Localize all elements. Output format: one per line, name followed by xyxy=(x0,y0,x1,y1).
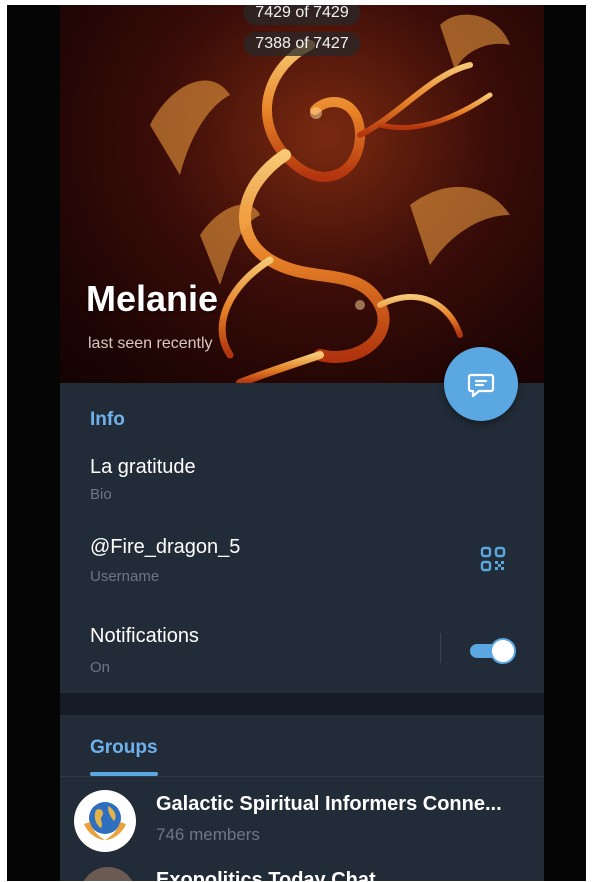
notifications-label[interactable]: Notifications xyxy=(90,625,199,648)
toggle-knob xyxy=(490,638,516,664)
profile-screen: 7429 of 7429 7388 of 7427 Melanie last s… xyxy=(60,5,544,881)
group-members-count: 746 members xyxy=(156,825,260,844)
section-gap xyxy=(60,693,544,715)
notifications-status: On xyxy=(90,659,111,676)
group-title: Exopolitics Today Chat xyxy=(156,869,376,881)
media-counter: 7388 of 7427 xyxy=(243,32,361,56)
qr-code-button[interactable] xyxy=(480,546,506,577)
profile-name: Melanie xyxy=(86,278,219,319)
screen-frame: 7429 of 7429 7388 of 7427 Melanie last s… xyxy=(7,5,586,881)
send-message-button[interactable] xyxy=(444,347,518,421)
message-icon xyxy=(467,373,495,398)
fire-dragon-image xyxy=(150,14,510,383)
bio-value[interactable]: La gratitude xyxy=(90,456,196,479)
globe-hands-icon xyxy=(84,802,126,840)
notifications-toggle[interactable] xyxy=(470,638,516,664)
bio-label: Bio xyxy=(90,486,112,503)
tab-groups[interactable]: Groups xyxy=(90,737,158,759)
username-value[interactable]: @Fire_dragon_5 xyxy=(90,536,240,559)
info-section-title: Info xyxy=(90,409,125,430)
last-seen-status: last seen recently xyxy=(88,335,213,352)
tabs-divider xyxy=(60,776,544,777)
notifications-divider xyxy=(440,633,441,663)
media-counter-previous: 7429 of 7429 xyxy=(243,5,361,25)
avatar xyxy=(74,790,136,852)
username-label: Username xyxy=(90,568,160,585)
profile-header-image[interactable]: 7429 of 7429 7388 of 7427 Melanie last s… xyxy=(60,5,544,383)
qr-code-icon xyxy=(480,546,506,572)
group-title: Galactic Spiritual Informers Conne... xyxy=(156,793,502,815)
